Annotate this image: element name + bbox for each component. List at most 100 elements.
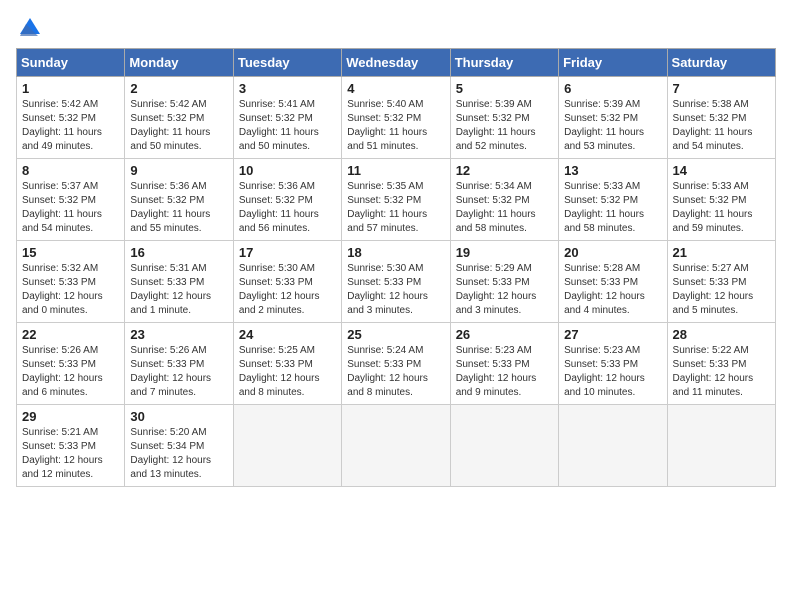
calendar-day-cell: 8 Sunrise: 5:37 AMSunset: 5:32 PMDaylight…	[17, 159, 125, 241]
calendar-header-thursday: Thursday	[450, 49, 558, 77]
calendar-week-row: 29 Sunrise: 5:21 AMSunset: 5:33 PMDayligh…	[17, 405, 776, 487]
calendar-day-cell: 17 Sunrise: 5:30 AMSunset: 5:33 PMDayligh…	[233, 241, 341, 323]
day-info: Sunrise: 5:37 AMSunset: 5:32 PMDaylight:…	[22, 180, 119, 236]
day-number: 10	[239, 163, 336, 178]
calendar-week-row: 15 Sunrise: 5:32 AMSunset: 5:33 PMDayligh…	[17, 241, 776, 323]
day-info: Sunrise: 5:28 AMSunset: 5:33 PMDaylight:…	[564, 262, 661, 318]
day-number: 25	[347, 327, 444, 342]
calendar-day-cell: 16Sunrise: 5:31 AMSunset: 5:33 PMDayligh…	[125, 241, 233, 323]
calendar-day-cell: 11Sunrise: 5:35 AMSunset: 5:32 PMDayligh…	[342, 159, 450, 241]
day-info: Sunrise: 5:29 AMSunset: 5:33 PMDaylight:…	[456, 262, 553, 318]
day-number: 22	[22, 327, 119, 342]
day-number: 27	[564, 327, 661, 342]
calendar-day-cell: 3Sunrise: 5:41 AMSunset: 5:32 PMDaylight…	[233, 77, 341, 159]
calendar-header-tuesday: Tuesday	[233, 49, 341, 77]
calendar-day-cell	[233, 405, 341, 487]
calendar-day-cell: 4 Sunrise: 5:40 AMSunset: 5:32 PMDaylight…	[342, 77, 450, 159]
day-number: 28	[673, 327, 770, 342]
day-number: 2	[130, 81, 227, 96]
calendar-day-cell: 29 Sunrise: 5:21 AMSunset: 5:33 PMDayligh…	[17, 405, 125, 487]
day-number: 19	[456, 245, 553, 260]
calendar-day-cell: 28 Sunrise: 5:22 AMSunset: 5:33 PMDayligh…	[667, 323, 775, 405]
day-number: 30	[130, 409, 227, 424]
calendar-day-cell: 15 Sunrise: 5:32 AMSunset: 5:33 PMDayligh…	[17, 241, 125, 323]
day-number: 1	[22, 81, 119, 96]
day-info: Sunrise: 5:40 AMSunset: 5:32 PMDaylight:…	[347, 98, 444, 154]
calendar-week-row: 22 Sunrise: 5:26 AMSunset: 5:33 PMDayligh…	[17, 323, 776, 405]
day-info: Sunrise: 5:36 AMSunset: 5:32 PMDaylight:…	[130, 180, 227, 236]
calendar-day-cell: 21Sunrise: 5:27 AMSunset: 5:33 PMDayligh…	[667, 241, 775, 323]
day-info: Sunrise: 5:35 AMSunset: 5:32 PMDaylight:…	[347, 180, 444, 236]
day-info: Sunrise: 5:22 AMSunset: 5:33 PMDaylight:…	[673, 344, 770, 400]
day-info: Sunrise: 5:39 AMSunset: 5:32 PMDaylight:…	[456, 98, 553, 154]
calendar-day-cell: 23 Sunrise: 5:26 AMSunset: 5:33 PMDayligh…	[125, 323, 233, 405]
calendar-day-cell	[559, 405, 667, 487]
day-number: 4	[347, 81, 444, 96]
calendar-day-cell: 6 Sunrise: 5:39 AMSunset: 5:32 PMDaylight…	[559, 77, 667, 159]
calendar-day-cell: 7Sunrise: 5:38 AMSunset: 5:32 PMDaylight…	[667, 77, 775, 159]
calendar-week-row: 1 Sunrise: 5:42 AMSunset: 5:32 PMDaylight…	[17, 77, 776, 159]
day-number: 8	[22, 163, 119, 178]
calendar-day-cell: 2 Sunrise: 5:42 AMSunset: 5:32 PMDaylight…	[125, 77, 233, 159]
day-info: Sunrise: 5:30 AMSunset: 5:33 PMDaylight:…	[347, 262, 444, 318]
calendar-day-cell: 1 Sunrise: 5:42 AMSunset: 5:32 PMDaylight…	[17, 77, 125, 159]
calendar-table: SundayMondayTuesdayWednesdayThursdayFrid…	[16, 48, 776, 487]
calendar-header-friday: Friday	[559, 49, 667, 77]
day-info: Sunrise: 5:26 AMSunset: 5:33 PMDaylight:…	[22, 344, 119, 400]
day-info: Sunrise: 5:25 AMSunset: 5:33 PMDaylight:…	[239, 344, 336, 400]
day-info: Sunrise: 5:36 AMSunset: 5:32 PMDaylight:…	[239, 180, 336, 236]
calendar-day-cell	[667, 405, 775, 487]
calendar-week-row: 8 Sunrise: 5:37 AMSunset: 5:32 PMDaylight…	[17, 159, 776, 241]
day-number: 24	[239, 327, 336, 342]
day-info: Sunrise: 5:32 AMSunset: 5:33 PMDaylight:…	[22, 262, 119, 318]
day-number: 5	[456, 81, 553, 96]
day-number: 14	[673, 163, 770, 178]
calendar-header-sunday: Sunday	[17, 49, 125, 77]
day-info: Sunrise: 5:42 AMSunset: 5:32 PMDaylight:…	[130, 98, 227, 154]
day-info: Sunrise: 5:41 AMSunset: 5:32 PMDaylight:…	[239, 98, 336, 154]
logo-icon	[18, 16, 42, 40]
calendar-day-cell	[342, 405, 450, 487]
day-info: Sunrise: 5:39 AMSunset: 5:32 PMDaylight:…	[564, 98, 661, 154]
day-info: Sunrise: 5:30 AMSunset: 5:33 PMDaylight:…	[239, 262, 336, 318]
day-number: 12	[456, 163, 553, 178]
calendar-header-monday: Monday	[125, 49, 233, 77]
calendar-header-row: SundayMondayTuesdayWednesdayThursdayFrid…	[17, 49, 776, 77]
day-info: Sunrise: 5:42 AMSunset: 5:32 PMDaylight:…	[22, 98, 119, 154]
calendar-day-cell: 12 Sunrise: 5:34 AMSunset: 5:32 PMDayligh…	[450, 159, 558, 241]
calendar-day-cell: 30 Sunrise: 5:20 AMSunset: 5:34 PMDayligh…	[125, 405, 233, 487]
calendar-day-cell: 9 Sunrise: 5:36 AMSunset: 5:32 PMDaylight…	[125, 159, 233, 241]
calendar-day-cell: 26 Sunrise: 5:23 AMSunset: 5:33 PMDayligh…	[450, 323, 558, 405]
calendar-day-cell: 5 Sunrise: 5:39 AMSunset: 5:32 PMDaylight…	[450, 77, 558, 159]
page-header	[16, 16, 776, 40]
day-number: 6	[564, 81, 661, 96]
day-number: 20	[564, 245, 661, 260]
day-number: 9	[130, 163, 227, 178]
calendar-day-cell: 27 Sunrise: 5:23 AMSunset: 5:33 PMDayligh…	[559, 323, 667, 405]
day-number: 13	[564, 163, 661, 178]
day-number: 15	[22, 245, 119, 260]
day-number: 17	[239, 245, 336, 260]
calendar-header-saturday: Saturday	[667, 49, 775, 77]
calendar-day-cell: 14Sunrise: 5:33 AMSunset: 5:32 PMDayligh…	[667, 159, 775, 241]
day-info: Sunrise: 5:31 AMSunset: 5:33 PMDaylight:…	[130, 262, 227, 318]
calendar-day-cell: 22 Sunrise: 5:26 AMSunset: 5:33 PMDayligh…	[17, 323, 125, 405]
day-number: 23	[130, 327, 227, 342]
day-number: 26	[456, 327, 553, 342]
day-number: 29	[22, 409, 119, 424]
day-info: Sunrise: 5:23 AMSunset: 5:33 PMDaylight:…	[564, 344, 661, 400]
day-info: Sunrise: 5:20 AMSunset: 5:34 PMDaylight:…	[130, 426, 227, 482]
logo	[16, 16, 44, 40]
calendar-day-cell: 19 Sunrise: 5:29 AMSunset: 5:33 PMDayligh…	[450, 241, 558, 323]
day-info: Sunrise: 5:24 AMSunset: 5:33 PMDaylight:…	[347, 344, 444, 400]
day-info: Sunrise: 5:33 AMSunset: 5:32 PMDaylight:…	[564, 180, 661, 236]
calendar-day-cell	[450, 405, 558, 487]
day-info: Sunrise: 5:23 AMSunset: 5:33 PMDaylight:…	[456, 344, 553, 400]
day-info: Sunrise: 5:34 AMSunset: 5:32 PMDaylight:…	[456, 180, 553, 236]
calendar-day-cell: 13 Sunrise: 5:33 AMSunset: 5:32 PMDayligh…	[559, 159, 667, 241]
day-number: 7	[673, 81, 770, 96]
day-info: Sunrise: 5:27 AMSunset: 5:33 PMDaylight:…	[673, 262, 770, 318]
day-info: Sunrise: 5:21 AMSunset: 5:33 PMDaylight:…	[22, 426, 119, 482]
calendar-day-cell: 25 Sunrise: 5:24 AMSunset: 5:33 PMDayligh…	[342, 323, 450, 405]
day-info: Sunrise: 5:26 AMSunset: 5:33 PMDaylight:…	[130, 344, 227, 400]
